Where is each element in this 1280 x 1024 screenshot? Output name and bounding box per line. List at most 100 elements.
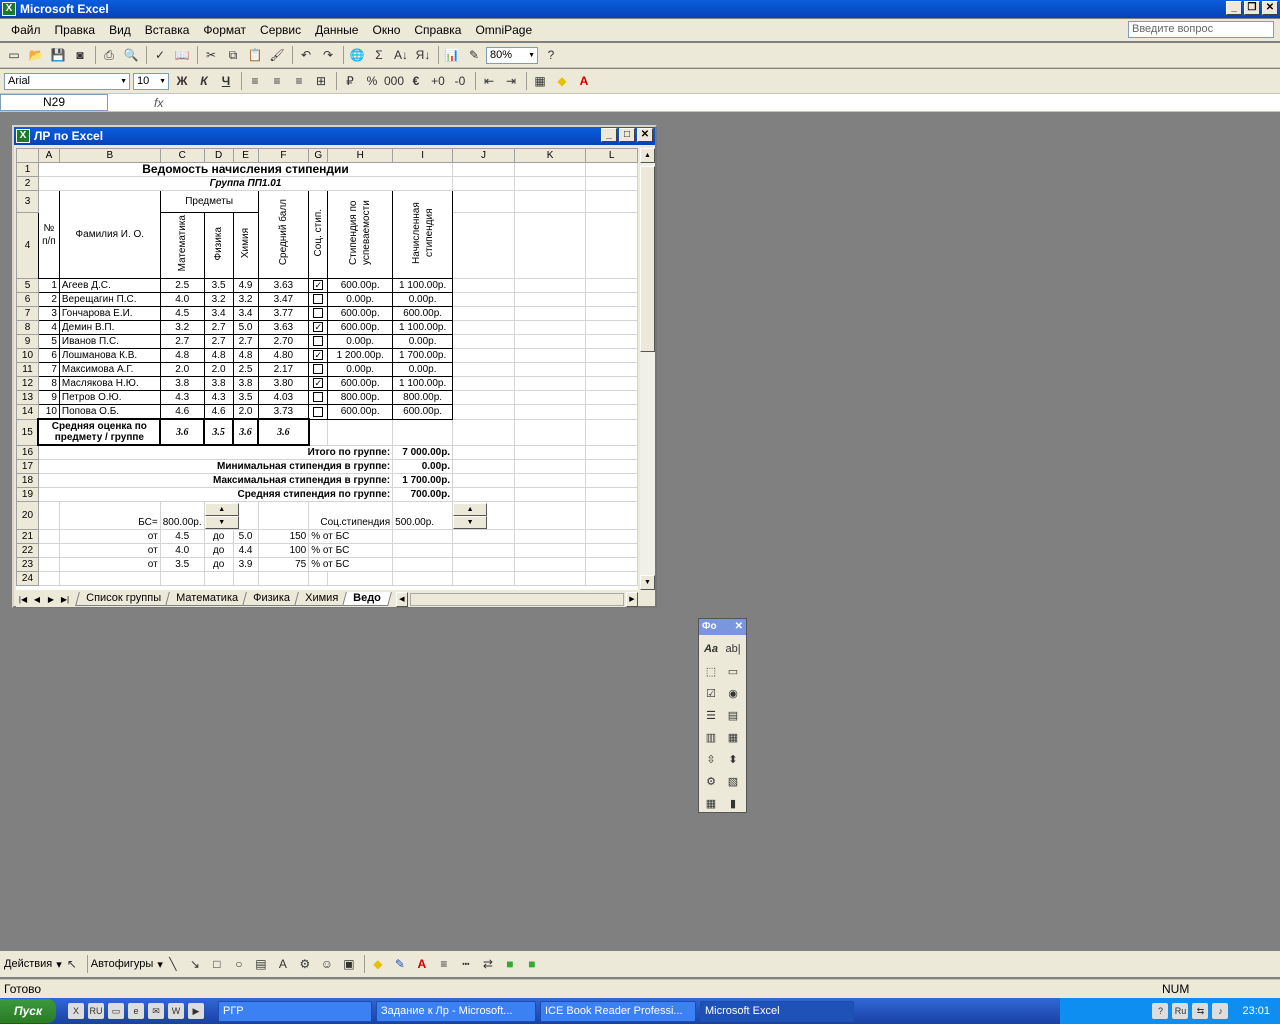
textbox-draw-icon[interactable]: ▤ <box>251 954 271 974</box>
cell-soc[interactable] <box>308 334 329 349</box>
soc-checkbox[interactable] <box>313 336 324 347</box>
range-unit[interactable]: % от БС <box>308 543 394 558</box>
undo-icon[interactable]: ↶ <box>296 45 316 65</box>
align-right-icon[interactable]: ≡ <box>289 71 309 91</box>
cell-empty[interactable] <box>37 557 60 572</box>
help-search-input[interactable]: Введите вопрос <box>1128 21 1274 38</box>
textbox-icon[interactable]: ab| <box>722 638 744 660</box>
cell-avg[interactable]: 3.63 <box>257 320 310 335</box>
task-excel[interactable]: Microsoft Excel <box>700 1000 854 1022</box>
cell-num[interactable]: 9 <box>37 390 60 405</box>
first-sheet-icon[interactable]: |◀ <box>16 595 30 604</box>
quicklaunch-lang-icon[interactable]: RU <box>88 1003 104 1019</box>
cell-name[interactable]: Демин В.П. <box>58 320 161 335</box>
col-header[interactable]: H <box>327 148 394 163</box>
cell-phys[interactable]: 2.0 <box>203 362 234 377</box>
button-icon[interactable]: ▭ <box>722 660 744 682</box>
cell-empty[interactable] <box>37 529 60 544</box>
cell-perf[interactable]: 600.00р. <box>327 320 394 335</box>
cell-name[interactable]: Маслякова Н.Ю. <box>58 376 161 391</box>
decrease-decimal-icon[interactable]: -0 <box>450 71 470 91</box>
cell-num[interactable]: 2 <box>37 292 60 307</box>
cell-soc[interactable] <box>308 390 329 405</box>
hdr-phys[interactable]: Физика <box>212 227 225 261</box>
prev-sheet-icon[interactable]: ◀ <box>30 595 44 604</box>
cell-perf[interactable]: 0.00р. <box>327 334 394 349</box>
cell-name[interactable]: Максимова А.Г. <box>58 362 161 377</box>
cell-phys[interactable]: 4.3 <box>203 390 234 405</box>
range-b[interactable]: 5.0 <box>232 529 259 544</box>
cell-chem[interactable]: 3.4 <box>232 306 259 321</box>
row-header[interactable]: 21 <box>16 529 39 544</box>
row-header[interactable]: 19 <box>16 487 39 502</box>
actions-menu[interactable]: Действия <box>4 958 52 970</box>
cell-math[interactable]: 3.2 <box>159 320 205 335</box>
row-header[interactable]: 15 <box>16 418 39 446</box>
cell-total[interactable]: 600.00р. <box>392 306 454 321</box>
cell-num[interactable]: 4 <box>37 320 60 335</box>
soc-checkbox[interactable]: ✓ <box>313 350 324 361</box>
font-color-icon[interactable]: A <box>574 71 594 91</box>
group-label[interactable]: Группа ПП1.01 <box>37 176 454 191</box>
format-painter-icon[interactable]: 🖌 <box>267 45 287 65</box>
scroll-thumb[interactable] <box>640 166 655 352</box>
cell-math[interactable]: 4.0 <box>159 292 205 307</box>
cell-perf[interactable]: 600.00р. <box>327 306 394 321</box>
next-sheet-icon[interactable]: ▶ <box>44 595 58 604</box>
row-header[interactable]: 14 <box>16 404 39 420</box>
range-unit[interactable]: % от БС <box>308 529 394 544</box>
range-b[interactable]: 4.4 <box>232 543 259 558</box>
italic-icon[interactable]: К <box>194 71 214 91</box>
tray-help-icon[interactable]: ? <box>1152 1003 1169 1019</box>
range-pct[interactable]: 100 <box>257 543 310 558</box>
borders-icon[interactable]: ▦ <box>530 71 550 91</box>
cell-total[interactable]: 0.00р. <box>392 292 454 307</box>
row-header[interactable]: 24 <box>16 571 39 586</box>
start-button[interactable]: Пуск <box>0 999 56 1023</box>
cell-soc[interactable] <box>308 362 329 377</box>
row-header[interactable]: 6 <box>16 292 39 307</box>
groupbox-icon[interactable]: ⬚ <box>700 660 722 682</box>
cell-phys[interactable]: 2.7 <box>203 320 234 335</box>
cell-avg[interactable]: 4.80 <box>257 348 310 363</box>
code-icon[interactable]: ▧ <box>722 770 744 792</box>
cell-num[interactable]: 6 <box>37 348 60 363</box>
percent-icon[interactable]: % <box>362 71 382 91</box>
total-label[interactable]: Итого по группе: <box>37 444 394 460</box>
cell-math[interactable]: 2.5 <box>159 278 205 293</box>
min-value[interactable]: 0.00р. <box>392 459 454 474</box>
cell-math[interactable]: 2.7 <box>159 334 205 349</box>
quicklaunch-desktop-icon[interactable]: ▭ <box>108 1003 124 1019</box>
properties-icon[interactable]: ⚙ <box>700 770 722 792</box>
row-header[interactable]: 16 <box>16 444 39 460</box>
row-header[interactable]: 20 <box>16 501 39 530</box>
mean-value[interactable]: 700.00р. <box>392 487 454 502</box>
fill-color-draw-icon[interactable]: ◆ <box>368 954 388 974</box>
spelling-icon[interactable]: ✓ <box>150 45 170 65</box>
cell-soc[interactable]: ✓ <box>308 320 329 335</box>
task-rgr[interactable]: РГР <box>218 1000 372 1022</box>
sheet-title[interactable]: Ведомость начисления стипендии <box>37 162 454 177</box>
cell-name[interactable]: Попова О.Б. <box>58 404 161 420</box>
autoshapes-menu[interactable]: Автофигуры <box>91 958 154 970</box>
row-header[interactable]: 3 <box>16 190 39 213</box>
zoom-select[interactable]: 80% <box>486 46 538 64</box>
line-icon[interactable]: ╲ <box>163 954 183 974</box>
cell-phys[interactable]: 2.7 <box>203 334 234 349</box>
range-to[interactable]: до <box>203 557 234 572</box>
corner-cell[interactable] <box>16 148 39 163</box>
minimize-button[interactable]: _ <box>1226 1 1242 15</box>
cell-perf[interactable]: 0.00р. <box>327 362 394 377</box>
cell-total[interactable]: 600.00р. <box>392 404 454 420</box>
cell-num[interactable]: 5 <box>37 334 60 349</box>
row-header[interactable]: 8 <box>16 320 39 335</box>
col-header[interactable]: C <box>159 148 205 163</box>
range-pct[interactable]: 75 <box>257 557 310 572</box>
cell-num[interactable]: 3 <box>37 306 60 321</box>
clipart-icon[interactable]: ☺ <box>317 954 337 974</box>
quicklaunch-ie-icon[interactable]: e <box>128 1003 144 1019</box>
print-icon[interactable]: ⎙ <box>99 45 119 65</box>
task-icebook[interactable]: ICE Book Reader Professi... <box>540 1000 696 1022</box>
picture-icon[interactable]: ▣ <box>339 954 359 974</box>
tab-math[interactable]: Математика <box>165 592 249 606</box>
